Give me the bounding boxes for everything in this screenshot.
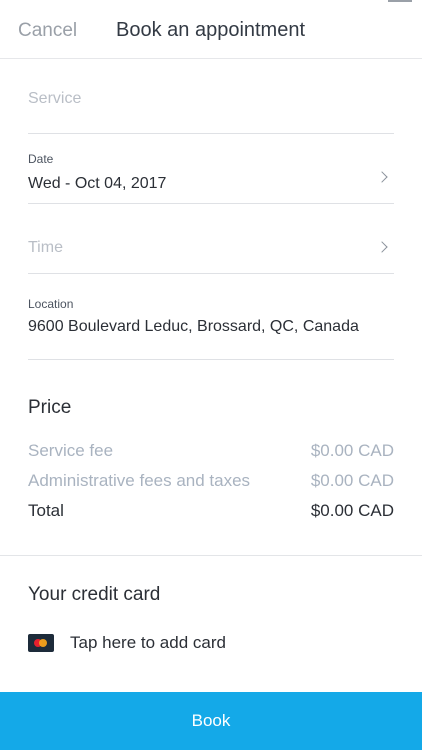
- price-value: $0.00 CAD: [310, 471, 394, 490]
- page-title: Book an appointment: [116, 19, 306, 41]
- price-label: Service fee: [28, 441, 114, 460]
- add-card-button[interactable]: Tap here to add card: [28, 632, 328, 658]
- header-corner-line: [388, 0, 412, 2]
- cancel-button[interactable]: Cancel: [18, 20, 77, 42]
- location-label: Location: [28, 297, 74, 311]
- chevron-right-icon: [376, 241, 388, 253]
- price-section-title: Price: [28, 397, 72, 418]
- book-button[interactable]: Book: [0, 692, 422, 750]
- price-value: $0.00 CAD: [310, 441, 394, 460]
- time-field[interactable]: Time: [28, 203, 394, 274]
- price-row-total: Total $0.00 CAD: [28, 501, 394, 523]
- date-value: Wed - Oct 04, 2017: [28, 175, 167, 192]
- price-label: Total: [28, 501, 64, 520]
- price-row-admin-fees: Administrative fees and taxes $0.00 CAD: [28, 471, 394, 493]
- section-divider: [0, 555, 422, 556]
- location-value: 9600 Boulevard Leduc, Brossard, QC, Cana…: [28, 318, 359, 335]
- price-row-service-fee: Service fee $0.00 CAD: [28, 441, 394, 463]
- credit-card-section-title: Your credit card: [28, 584, 161, 605]
- location-field[interactable]: Location 9600 Boulevard Leduc, Brossard,…: [28, 273, 394, 360]
- price-value: $0.00 CAD: [310, 501, 394, 520]
- top-nav-bar: Cancel Book an appointment: [0, 0, 422, 59]
- service-placeholder: Service: [28, 90, 82, 107]
- date-field[interactable]: Date Wed - Oct 04, 2017: [28, 133, 394, 204]
- mastercard-icon: [28, 634, 54, 652]
- chevron-right-icon: [376, 171, 388, 183]
- time-placeholder: Time: [28, 239, 63, 256]
- price-label: Administrative fees and taxes: [28, 471, 251, 490]
- add-card-label: Tap here to add card: [70, 633, 226, 652]
- service-field[interactable]: Service: [28, 58, 394, 134]
- date-label: Date: [28, 152, 54, 166]
